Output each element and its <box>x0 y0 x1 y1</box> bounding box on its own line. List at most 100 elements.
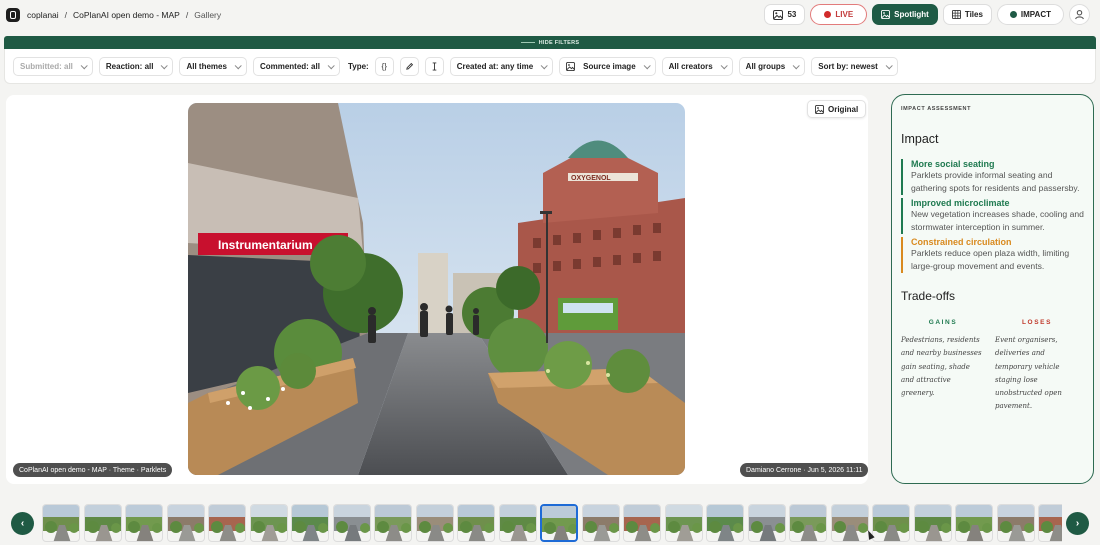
chevron-down-icon <box>327 61 335 69</box>
themes-filter[interactable]: All themes <box>179 56 247 76</box>
thumbnail[interactable] <box>457 504 495 542</box>
thumbnail[interactable] <box>955 504 993 542</box>
image-caption-author: Damiano Cerrone · Jun 5, 2026 11:11 <box>740 463 869 477</box>
breadcrumb: coplanai / CoPlanAI open demo - MAP / Ga… <box>27 10 221 20</box>
hide-filters-toggle[interactable]: HIDE FILTERS <box>4 36 1096 49</box>
next-button[interactable]: › <box>1066 512 1089 535</box>
groups-filter[interactable]: All groups <box>738 56 806 76</box>
thumbnail[interactable] <box>623 504 661 542</box>
building-sign: OXYGENOL <box>571 175 611 182</box>
thumbnail[interactable] <box>830 504 869 542</box>
thumbnail[interactable] <box>374 504 412 542</box>
live-dot-icon <box>824 11 832 18</box>
image-count-button[interactable]: 53 <box>764 4 806 25</box>
reaction-filter[interactable]: Reaction: all <box>98 56 174 76</box>
type-text-toggle[interactable] <box>424 56 444 76</box>
created-filter[interactable]: Created at: any time <box>449 56 554 76</box>
submitted-filter-label: Submitted: all <box>20 61 73 71</box>
chevron-down-icon <box>161 61 169 69</box>
impact-item-text: New vegetation increases shade, cooling … <box>911 209 1084 232</box>
gains-text: Pedestrians, residents and nearby busine… <box>901 336 982 398</box>
thumbnail[interactable] <box>498 504 537 542</box>
submitted-filter[interactable]: Submitted: all <box>13 56 93 76</box>
thumbnail[interactable] <box>208 504 246 542</box>
gains-label: GAINS <box>928 319 958 326</box>
impact-item-text: Parklets reduce open plaza width, limiti… <box>911 248 1070 271</box>
thumbnail[interactable] <box>581 504 620 542</box>
braces-icon: {} <box>381 61 387 71</box>
thumbnail[interactable] <box>249 504 288 542</box>
breadcrumb-project[interactable]: CoPlanAI open demo - MAP <box>73 10 180 20</box>
thumbnail[interactable] <box>83 504 122 542</box>
image-icon <box>815 104 824 114</box>
thumbnail[interactable] <box>1038 504 1062 542</box>
themes-filter-label: All themes <box>186 61 227 71</box>
impact-assessment-panel: IMPACT ASSESSMENT Impact More social sea… <box>891 94 1094 484</box>
sort-filter-label: Sort by: newest <box>818 61 878 71</box>
spotlight-button[interactable]: Spotlight <box>872 4 938 25</box>
user-avatar-icon[interactable] <box>1069 4 1090 25</box>
impact-item: Constrained circulation Parklets reduce … <box>901 237 1084 273</box>
loses-text: Event organisers, deliveries and tempora… <box>995 336 1062 411</box>
image-icon <box>566 61 576 71</box>
breadcrumb-org[interactable]: coplanai <box>27 10 59 20</box>
thumbnail[interactable] <box>913 504 952 542</box>
reaction-filter-label: Reaction: all <box>105 61 154 71</box>
previous-button[interactable]: ‹ <box>11 512 34 535</box>
groups-filter-label: All groups <box>745 61 786 71</box>
sort-filter[interactable]: Sort by: newest <box>811 56 898 76</box>
thumbnail[interactable] <box>125 504 163 542</box>
spotlight-label: Spotlight <box>894 10 929 19</box>
creators-filter-label: All creators <box>668 61 713 71</box>
impact-item-title: Improved microclimate <box>911 198 1010 208</box>
tradeoffs-heading: Trade-offs <box>901 289 956 303</box>
chevron-right-icon: › <box>1075 518 1080 529</box>
pencil-icon <box>405 62 413 70</box>
thumbnail[interactable] <box>540 504 578 542</box>
thumbnail-list <box>42 504 1062 542</box>
tiles-button[interactable]: Tiles <box>942 4 992 25</box>
text-cursor-icon <box>432 61 437 71</box>
chevron-down-icon <box>792 61 800 69</box>
source-image-filter[interactable]: Source image <box>559 56 656 76</box>
creators-filter[interactable]: All creators <box>661 56 733 76</box>
chevron-down-icon <box>234 61 242 69</box>
image-icon <box>773 9 784 20</box>
type-pencil-toggle[interactable] <box>399 56 419 76</box>
hide-filters-label: HIDE FILTERS <box>538 39 580 46</box>
commented-filter-label: Commented: all <box>259 61 320 71</box>
chevron-down-icon <box>540 61 548 69</box>
thumbnail[interactable] <box>996 504 1035 542</box>
chevron-down-icon <box>885 61 893 69</box>
commented-filter[interactable]: Commented: all <box>252 56 340 76</box>
impact-item-text: Parklets provide informal seating and ga… <box>911 170 1080 193</box>
breadcrumb-separator: / <box>64 10 68 20</box>
impact-item-title: More social seating <box>911 159 995 169</box>
impact-dot-icon <box>1009 11 1017 18</box>
live-button[interactable]: LIVE <box>810 4 868 25</box>
thumbnail[interactable] <box>872 504 910 542</box>
thumbnail[interactable] <box>166 504 205 542</box>
original-image-button[interactable]: Original <box>807 100 867 118</box>
thumbnail[interactable] <box>42 504 80 542</box>
impact-button[interactable]: IMPACT <box>996 4 1064 25</box>
thumbnail[interactable] <box>664 504 703 542</box>
thumbnail[interactable] <box>415 504 454 542</box>
filter-bar: Submitted: all Reaction: all All themes … <box>4 49 1096 84</box>
chevron-down-icon <box>80 61 88 69</box>
thumbnail[interactable] <box>291 504 329 542</box>
thumbnail[interactable] <box>789 504 827 542</box>
thumbnail[interactable] <box>706 504 744 542</box>
thumbnail[interactable] <box>747 504 786 542</box>
spotlight-icon <box>881 10 891 19</box>
app-logo-icon[interactable] <box>6 8 20 22</box>
breadcrumb-separator: / <box>185 10 189 20</box>
image-caption-context: CoPlanAI open demo - MAP · Theme · Parkl… <box>13 463 173 477</box>
impact-item: Improved microclimate New vegetation inc… <box>901 198 1084 234</box>
breadcrumb-page: Gallery <box>194 10 222 20</box>
impact-section-title: IMPACT ASSESSMENT <box>901 106 972 112</box>
spotlight-photo[interactable]: Instrumentarium OXYGENOL <box>188 103 685 475</box>
type-braces-toggle[interactable]: {} <box>374 56 394 76</box>
thumbnail[interactable] <box>332 504 371 542</box>
loses-label: LOSES <box>1021 319 1053 326</box>
